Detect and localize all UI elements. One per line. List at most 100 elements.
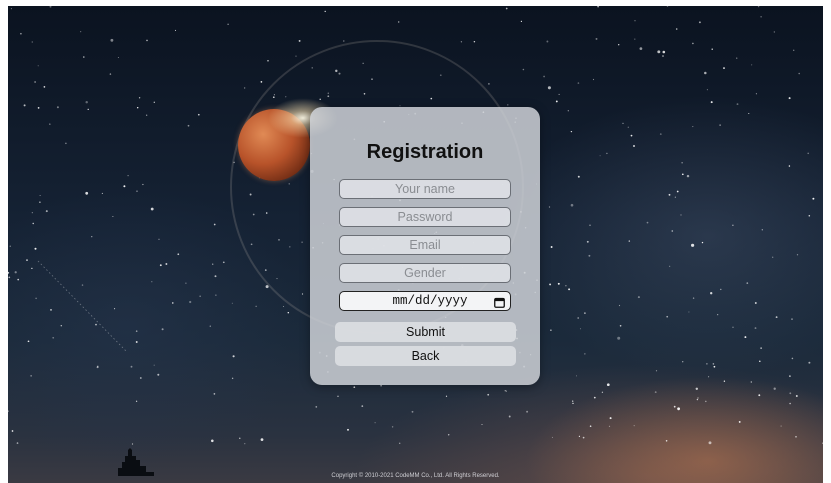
star [780,425,782,427]
star [659,133,662,135]
calendar-icon[interactable] [494,295,505,313]
star [675,28,678,30]
star [750,381,752,383]
star [791,357,794,360]
star [736,103,739,106]
star [30,375,32,377]
star [761,229,763,231]
star [655,370,658,372]
star [315,406,318,408]
star [677,407,681,411]
email-field[interactable] [339,235,511,255]
star [589,224,591,226]
star [507,104,509,106]
star [698,21,701,24]
star [282,305,285,308]
star [577,317,580,319]
star [161,328,164,331]
star [757,6,760,8]
star [618,44,620,46]
submit-button[interactable]: Submit [335,322,516,342]
star [711,48,713,50]
star [146,39,148,42]
star [14,271,17,274]
star [135,330,138,332]
star [508,415,511,418]
star [31,212,33,214]
star [80,31,82,33]
star [37,107,40,109]
star [353,386,356,389]
star [589,425,592,427]
star [60,324,63,327]
star [135,341,138,343]
star [633,145,635,147]
star [157,373,160,376]
star [744,336,747,339]
star [717,314,719,316]
star [606,383,610,387]
star [267,60,269,62]
star [546,40,549,43]
star [65,142,67,145]
gender-field[interactable] [339,263,511,283]
star [708,376,710,378]
star [548,206,551,208]
star [788,97,791,100]
star [772,256,774,258]
star [91,236,93,238]
star [606,152,608,155]
star [633,425,635,427]
star [551,436,553,438]
star [812,197,815,200]
star [665,440,668,442]
star [343,40,345,42]
star [324,10,326,13]
password-field[interactable] [339,207,511,227]
star [795,435,797,438]
star [666,315,669,318]
star [447,434,450,436]
star [676,190,679,193]
star [31,267,33,270]
star [584,353,586,355]
star [796,254,799,256]
name-field[interactable] [339,179,511,199]
star [151,281,153,283]
star [793,49,795,51]
star [732,224,734,226]
star [692,42,694,45]
star [197,113,200,116]
star [150,207,154,211]
star [215,294,217,296]
star [520,20,523,23]
star [572,402,574,405]
star [736,57,738,59]
star [85,191,89,195]
star [347,428,349,431]
back-button[interactable]: Back [335,346,516,366]
star [549,283,552,286]
star [34,81,36,83]
star [244,443,246,445]
registration-form: Registration mm/dd/yyyy Submit Back [310,107,540,385]
star [187,124,190,127]
star [759,360,761,363]
star [131,443,134,445]
star [586,240,589,243]
star [211,439,214,443]
star [239,437,241,439]
star [39,195,41,196]
star [139,377,142,379]
birthdate-field[interactable]: mm/dd/yyyy [339,291,511,311]
star [701,241,704,244]
star [682,361,684,363]
star [593,396,596,399]
star [146,114,148,116]
star [584,312,586,314]
star [522,68,525,71]
star [695,387,698,390]
star [213,393,216,395]
star [199,295,201,297]
star [673,405,676,408]
